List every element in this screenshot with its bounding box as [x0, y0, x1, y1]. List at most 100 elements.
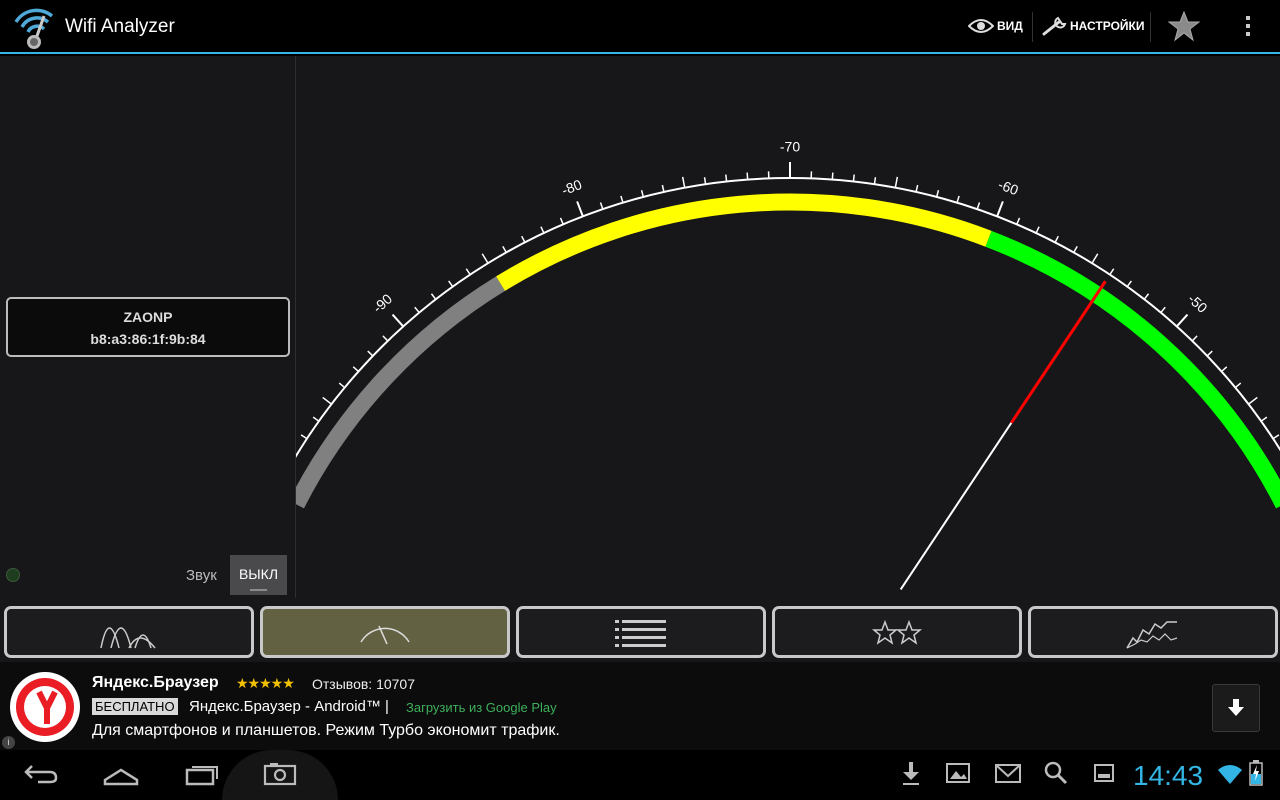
meter-tick: [915, 184, 919, 193]
back-icon[interactable]: [22, 758, 60, 788]
ad-rating-stars: ★★★★★: [236, 675, 295, 691]
meter-zone: [296, 276, 505, 509]
meter-tick: [976, 202, 981, 210]
meter-tick: [852, 174, 855, 182]
channel-rating-icon: [871, 619, 923, 645]
meter-tick-label: -50: [1185, 290, 1211, 316]
meter-zones: [296, 193, 1280, 509]
main-area: ZAONP b8:a3:86:1f:9b:84 Звук ВЫКЛ -100-9…: [0, 56, 1280, 604]
gallery-icon: [946, 763, 970, 783]
meter-tick: [448, 280, 454, 288]
meter-tick: [703, 177, 707, 185]
meter-tick: [367, 350, 374, 357]
meter-tick: [725, 174, 728, 182]
ad-banner[interactable]: Яндекс.Браузер ★★★★★ Отзывов: 10707 БЕСП…: [0, 662, 1280, 750]
meter-tick: [620, 195, 624, 203]
meter-zone: [985, 230, 1280, 509]
meter-tick: [1091, 253, 1099, 264]
notification-icon: [1094, 764, 1114, 782]
meter-tick: [414, 306, 420, 314]
home-icon[interactable]: [101, 758, 141, 788]
tab-channel-rating[interactable]: [772, 606, 1022, 658]
meter-tick: [1016, 217, 1021, 225]
meter-tick: [1035, 226, 1040, 234]
meter-tick: [1109, 268, 1115, 275]
download-arrow-icon: [1228, 699, 1244, 716]
meter-tick: [521, 235, 526, 243]
screenshot-icon[interactable]: [262, 758, 298, 788]
meter-tick: [1126, 280, 1132, 288]
ad-title: Яндекс.Браузер: [92, 674, 219, 691]
meter-tick-label: -90: [369, 290, 395, 316]
status-clock: 14:43: [1133, 760, 1204, 791]
star-icon: [1167, 10, 1201, 42]
meter-tick: [430, 293, 437, 300]
meter-tick-label: -80: [559, 176, 584, 198]
meter-tick: [1234, 382, 1242, 389]
sound-toggle-label: ВЫКЛ: [238, 566, 279, 582]
ssid-label: ZAONP: [123, 309, 173, 325]
wrench-icon: [1042, 16, 1067, 36]
tab-signal-meter[interactable]: [260, 606, 510, 658]
sound-toggle[interactable]: ВЫКЛ: [230, 555, 287, 595]
needle-tip: [1010, 280, 1107, 424]
eye-icon: [968, 19, 994, 33]
recent-apps-icon[interactable]: [183, 758, 221, 788]
meter-tick: [465, 268, 471, 275]
separator: [1150, 12, 1151, 42]
access-point-card[interactable]: ZAONP b8:a3:86:1f:9b:84: [6, 297, 290, 357]
tab-time-graph[interactable]: [1028, 606, 1278, 658]
meter-tick: [1160, 306, 1166, 314]
tab-bar: [0, 604, 1280, 662]
app-wifi-icon[interactable]: [12, 6, 56, 50]
action-bar: Wifi Analyzer ВИД НАСТРОЙКИ: [0, 0, 1280, 54]
channel-graph-icon: [100, 627, 156, 649]
meter-tick: [1221, 366, 1228, 373]
meter-needle: [899, 280, 1107, 590]
signal-meter: -100-90-80-70-60-50-40 dBm: [296, 139, 1280, 590]
meter-tick: [1176, 313, 1189, 328]
meter-tick: [640, 189, 645, 198]
ad-reviews: Отзывов: 10707: [312, 676, 415, 692]
meter-tick: [599, 202, 604, 210]
tab-ap-list[interactable]: [516, 606, 766, 658]
ad-description: Для смартфонов и планшетов. Режим Турбо …: [92, 722, 560, 739]
yandex-browser-logo: [10, 672, 80, 742]
ad-download-button[interactable]: [1212, 684, 1260, 732]
app-title: Wifi Analyzer: [65, 16, 175, 37]
meter-tick: [831, 172, 834, 180]
tab-channel-graph[interactable]: [4, 606, 254, 658]
meter-tick: [576, 201, 584, 217]
meter-tick-label: -60: [996, 176, 1021, 198]
favorite-button[interactable]: [1167, 0, 1201, 52]
separator: [1032, 12, 1033, 42]
meter-tick: [1143, 293, 1150, 300]
overflow-menu-button[interactable]: [1240, 0, 1256, 52]
meter-tick: [1272, 434, 1280, 440]
meter-tick: [300, 434, 308, 440]
meter-tick: [873, 177, 877, 185]
meter-tick: [1073, 245, 1078, 253]
battery-icon: [1249, 760, 1263, 786]
needle-base: [899, 422, 1013, 590]
meter-tick: [996, 201, 1004, 217]
download-status-icon: [903, 762, 919, 785]
meter-tick: [481, 253, 489, 264]
ad-google-play-link[interactable]: Загрузить из Google Play: [406, 700, 557, 715]
ad-info-icon[interactable]: i: [2, 736, 15, 749]
ad-free-badge: БЕСПЛАТНО: [92, 698, 178, 715]
meter-tick: [746, 172, 749, 180]
meter-tick: [1191, 335, 1198, 342]
system-navigation-bar: 14:43: [0, 750, 1280, 800]
meter-tick: [382, 335, 389, 342]
meter-tick: [661, 184, 665, 193]
meter-tick: [681, 176, 686, 188]
meter-tick: [935, 189, 940, 198]
settings-button[interactable]: НАСТРОЙКИ: [1040, 0, 1144, 52]
meter-tick: [1248, 396, 1258, 405]
meter-tick: [540, 226, 545, 234]
view-button[interactable]: ВИД: [968, 0, 1023, 52]
bssid-label: b8:a3:86:1f:9b:84: [90, 331, 206, 347]
meter-tick: [352, 366, 359, 373]
meter-tick: [391, 313, 404, 328]
